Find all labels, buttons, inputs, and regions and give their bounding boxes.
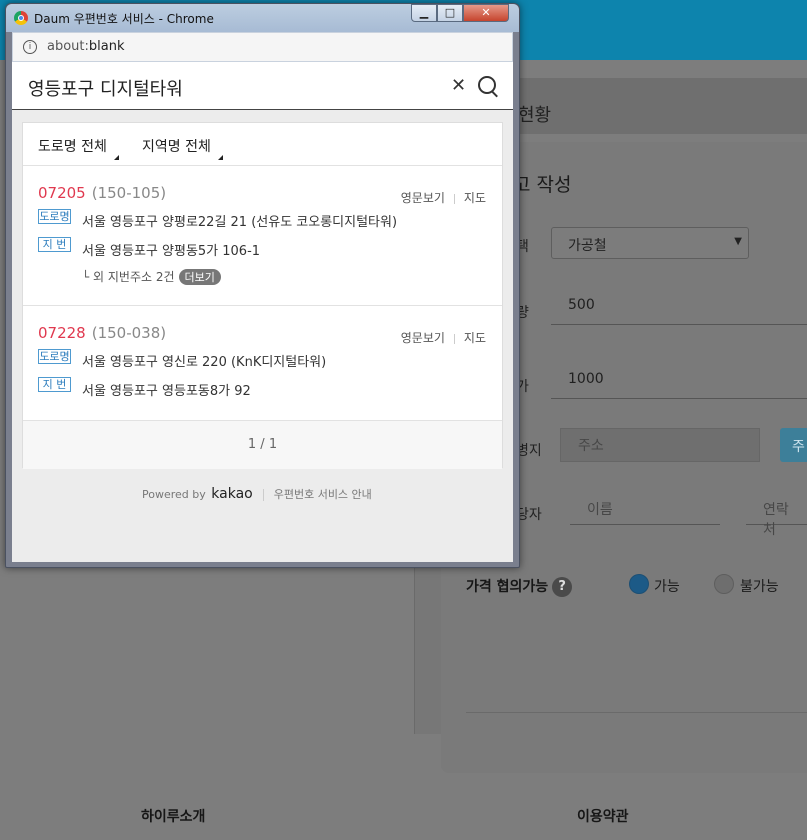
kakao-logo[interactable]: kakao — [211, 486, 252, 502]
window-title: Daum 우편번호 서비스 - Chrome — [34, 12, 214, 26]
dropdown-triangle-icon — [113, 155, 119, 160]
footer-separator — [262, 489, 264, 501]
radio-negotiable-yes[interactable] — [629, 574, 649, 594]
maximize-button[interactable]: □ — [437, 4, 463, 22]
result-links: 영문보기 지도 — [401, 189, 486, 206]
radio-yes-label: 가능 — [654, 579, 680, 595]
radio-no-label: 불가능 — [740, 579, 779, 595]
old-zip: (150-038) — [91, 324, 167, 342]
jibun-tag: 지 번 — [38, 377, 71, 392]
extra-jibun-text: └ 외 지번주소 2건 — [82, 270, 175, 284]
more-button[interactable]: 더보기 — [178, 269, 221, 285]
help-icon[interactable]: ? — [552, 577, 573, 597]
new-zip: 07228 — [38, 324, 86, 342]
url-main: blank — [88, 39, 125, 54]
clear-icon[interactable]: ✕ — [451, 75, 466, 96]
road-filter-dropdown[interactable]: 도로명 전체 — [38, 136, 119, 160]
info-icon[interactable]: i — [23, 40, 37, 54]
contact-input[interactable]: 연락처 — [746, 493, 807, 538]
search-icon[interactable] — [478, 76, 496, 94]
powered-by: Powered by kakao 우편번호 서비스 안내 — [142, 486, 372, 502]
map-link[interactable]: 지도 — [464, 191, 486, 205]
address-bar[interactable]: i about:blank — [12, 32, 513, 62]
link-separator — [453, 193, 455, 204]
window-controls: ▁ □ ✕ — [411, 4, 509, 24]
name-input[interactable]: 이름 — [570, 493, 720, 525]
extra-jibun: └ 외 지번주소 2건 더보기 — [82, 268, 221, 285]
quantity-input[interactable]: 500 — [551, 291, 807, 325]
result-links: 영문보기 지도 — [401, 329, 486, 346]
material-select-value: 가공철 — [568, 238, 607, 254]
chrome-icon — [14, 11, 28, 25]
region-filter-dropdown[interactable]: 지역명 전체 — [142, 136, 223, 160]
zip-code[interactable]: 07205 (150-105) — [38, 184, 166, 202]
results-panel: 도로명 전체 지역명 전체 07205 (150-105) 영문보기 지도 도로명 … — [22, 122, 503, 469]
region-filter-label: 지역명 전체 — [142, 139, 211, 155]
road-address[interactable]: 서울 영등포구 영신로 220 (KnK디지털타워) — [82, 351, 326, 370]
dropdown-triangle-icon — [217, 155, 223, 160]
service-guide-link[interactable]: 우편번호 서비스 안내 — [274, 488, 372, 501]
minimize-button[interactable]: ▁ — [411, 4, 437, 22]
form-title: 고 작성 — [513, 174, 572, 196]
close-button[interactable]: ✕ — [463, 4, 509, 22]
price-input[interactable]: 1000 — [551, 365, 807, 399]
map-link[interactable]: 지도 — [464, 331, 486, 345]
search-box: 영등포구 디지털타워 ✕ — [12, 62, 513, 110]
url-prefix: about: — [47, 39, 89, 54]
english-view-link[interactable]: 영문보기 — [401, 191, 445, 205]
window-titlebar[interactable]: Daum 우편번호 서비스 - Chrome ▁ □ ✕ — [6, 4, 519, 32]
pagination: 1 / 1 — [23, 420, 502, 469]
form-divider — [466, 712, 807, 713]
chevron-down-icon: ▼ — [734, 236, 742, 247]
section-title: 현황 — [518, 105, 552, 126]
jibun-address[interactable]: 서울 영등포구 영등포동8가 92 — [82, 380, 251, 399]
old-zip: (150-105) — [91, 184, 167, 202]
result-divider — [23, 305, 502, 306]
address-search-button[interactable]: 주 — [780, 428, 807, 462]
negotiable-text: 가격 협의가능 — [466, 579, 549, 595]
material-select[interactable]: 가공철 ▼ — [551, 227, 749, 259]
negotiable-label: 가격 협의가능? — [466, 576, 573, 597]
zip-code[interactable]: 07228 (150-038) — [38, 324, 166, 342]
jibun-address[interactable]: 서울 영등포구 양평동5가 106-1 — [82, 240, 260, 259]
road-filter-label: 도로명 전체 — [38, 139, 107, 155]
jibun-tag: 지 번 — [38, 237, 71, 252]
search-input[interactable]: 영등포구 디지털타워 — [28, 75, 183, 101]
road-tag: 도로명 — [38, 349, 71, 364]
powered-text: Powered by — [142, 488, 206, 501]
road-address[interactable]: 서울 영등포구 양평로22길 21 (선유도 코오롱디지털타워) — [82, 211, 397, 230]
footer-terms-link[interactable]: 이용약관 — [577, 806, 629, 826]
postcode-popup-window: Daum 우편번호 서비스 - Chrome ▁ □ ✕ i about:bla… — [5, 3, 520, 568]
footer-about-link[interactable]: 하이루소개 — [141, 806, 205, 826]
radio-negotiable-no[interactable] — [714, 574, 734, 594]
url-text: about:blank — [47, 39, 125, 54]
popup-content: 영등포구 디지털타워 ✕ 도로명 전체 지역명 전체 07205 (150-105… — [12, 62, 513, 562]
link-separator — [453, 333, 455, 344]
english-view-link[interactable]: 영문보기 — [401, 331, 445, 345]
filter-bar: 도로명 전체 지역명 전체 — [23, 123, 502, 166]
new-zip: 07205 — [38, 184, 86, 202]
road-tag: 도로명 — [38, 209, 71, 224]
address-input[interactable]: 주소 — [560, 428, 760, 462]
